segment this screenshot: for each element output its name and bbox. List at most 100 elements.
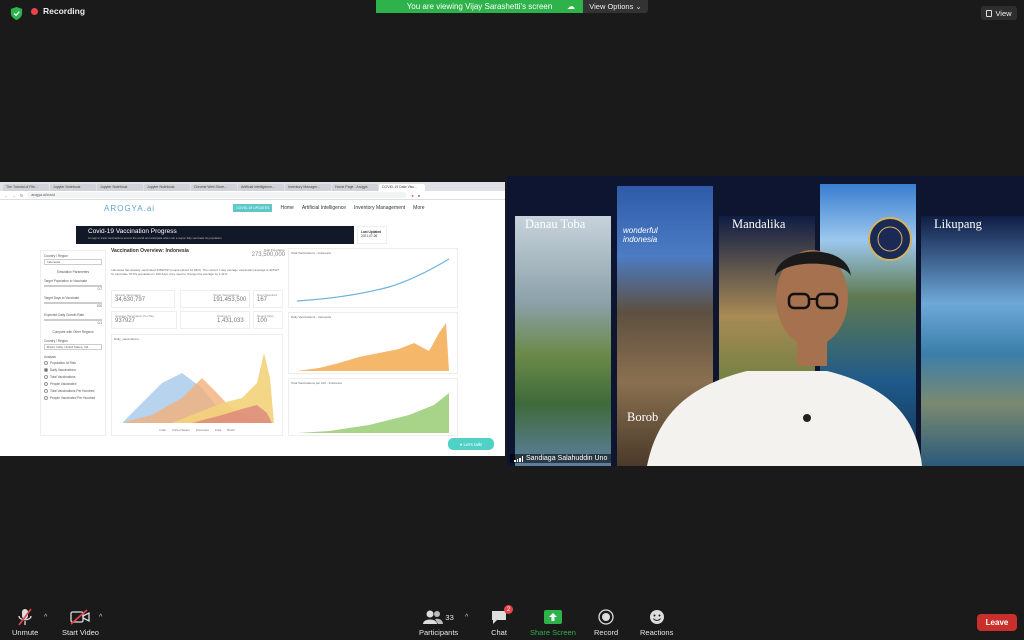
view-label: View — [995, 8, 1012, 18]
stat-value: 100 — [257, 318, 268, 324]
stat-value: 34,630,797 — [115, 297, 146, 303]
lets-talk-button[interactable]: ● Let's talk! — [448, 438, 494, 450]
browser-url-bar: ← → ↻ arogya.ai/covid ● ● — [0, 191, 505, 200]
overview-title: Vaccination Overview: Indonesia — [111, 248, 189, 254]
total-pop-value: 273,500,000 — [251, 252, 285, 258]
address-field[interactable]: arogya.ai/covid — [27, 192, 408, 198]
record-button[interactable]: Record — [594, 608, 618, 637]
legend-item[interactable]: Indonesia — [196, 428, 209, 432]
audio-options-caret-icon[interactable]: ^ — [44, 614, 47, 621]
compare-label: Compare with Other Regions — [52, 330, 94, 334]
browser-tab[interactable]: Home Page - Arogya — [332, 184, 378, 191]
stat-change-in: Change In 1,431,033 — [180, 311, 250, 329]
recording-dot-icon — [31, 7, 38, 15]
total-vaccinations-chart[interactable]: Total Vaccinations - Indonesia — [288, 248, 458, 308]
browser-tab[interactable]: The Tutorial of File... — [3, 184, 49, 191]
target-pop-slider[interactable] — [44, 285, 102, 287]
legend-item[interactable]: United States — [172, 428, 190, 432]
stat-value: 937927 — [115, 318, 136, 324]
site-nav: AROGYA.ai COVID-19 UPDATES Home Artifici… — [0, 200, 505, 216]
chat-badge: 2 — [504, 605, 513, 614]
radio-icon — [44, 361, 48, 365]
target-days-slider[interactable] — [44, 302, 102, 304]
browser-tab[interactable]: Inventory Manager... — [285, 184, 331, 191]
analysis-option-label: People Vaccinated Per Hundred — [50, 396, 96, 400]
daily-vaccinations-compare-chart[interactable]: Daily_vaccinations India United States Ind… — [111, 334, 283, 436]
back-icon[interactable]: ← — [4, 193, 8, 198]
browser-tab[interactable]: Jupyter Notebook — [50, 184, 96, 191]
stat-value: 167 — [257, 297, 268, 303]
analysis-option[interactable]: People Vaccinated Per Hundred — [44, 396, 102, 400]
stat-days-required: Days Required 167 — [253, 290, 283, 308]
shield-icon[interactable] — [10, 7, 23, 20]
share-screen-label: Share Screen — [530, 628, 576, 637]
view-button[interactable]: View — [981, 6, 1017, 20]
target-pop-label: Target Population to Vaccinate — [44, 279, 87, 283]
browser-tab-strip: The Tutorial of File... Jupyter Notebook J… — [0, 182, 505, 191]
unmute-label: Unmute — [12, 628, 39, 637]
chart-title-daily: Daily Vaccinations - Indonesia — [291, 315, 331, 319]
nav-ai[interactable]: Artificial Intelligence — [302, 205, 346, 211]
unmute-button[interactable]: Unmute — [12, 608, 38, 637]
profile-icon[interactable]: ● — [418, 193, 420, 198]
record-label: Record — [594, 628, 619, 637]
simulation-sidebar: Country / Region Indonesia Simulation Pa… — [40, 250, 106, 436]
nav-inventory[interactable]: Inventory Management — [354, 205, 405, 211]
analysis-option[interactable]: Population At Risk — [44, 361, 102, 365]
chart-title-total: Total Vaccinations - Indonesia — [291, 251, 331, 255]
reload-icon[interactable]: ↻ — [20, 193, 23, 198]
analysis-options: Population At Risk Daily Vaccinations Tota… — [44, 361, 102, 400]
smiley-icon — [649, 608, 665, 626]
radio-icon — [44, 396, 48, 400]
arogya-logo[interactable]: AROGYA.ai — [104, 204, 155, 213]
participant-video[interactable]: Danau Toba Mandalika Likupang Borob wond… — [507, 176, 1024, 466]
shared-screen[interactable]: The Tutorial of File... Jupyter Notebook J… — [0, 182, 505, 456]
microphone-muted-icon — [17, 608, 33, 626]
reactions-button[interactable]: Reactions — [640, 608, 673, 637]
country-label: Country / Region — [44, 254, 68, 258]
browser-tab[interactable]: Jupyter Notebook — [144, 184, 190, 191]
hero-title: Covid-19 Vaccination Progress — [88, 228, 177, 235]
nav-home[interactable]: Home — [280, 205, 293, 211]
analysis-option[interactable]: Total Vaccinations Per Hundred — [44, 389, 102, 393]
country2-select[interactable]: Brazil, India, United States, Ind... — [44, 344, 102, 350]
nav-more[interactable]: More — [413, 205, 424, 211]
browser-tab[interactable]: Jupyter Notebook — [97, 184, 143, 191]
recording-indicator[interactable]: Recording — [31, 6, 85, 16]
participants-caret-icon[interactable]: ^ — [465, 614, 468, 621]
chart-title-per100: Total Vaccinations per 100 - Indonesia — [291, 381, 342, 385]
video-options-caret-icon[interactable]: ^ — [99, 614, 102, 621]
browser-tab[interactable]: Chrome Web Store... — [191, 184, 237, 191]
legend-item[interactable]: Brazil — [227, 428, 235, 432]
participants-button[interactable]: 33 Participants — [419, 608, 458, 637]
growth-slider[interactable] — [44, 319, 102, 321]
total-population-card: Total Population 273,500,000 — [215, 248, 285, 262]
view-options-button[interactable]: View Options ⌄ — [583, 0, 648, 13]
chart-legend: India United States Indonesia India Brazil — [112, 428, 282, 432]
daily-vaccinations-chart[interactable]: Daily Vaccinations - Indonesia — [288, 312, 458, 374]
reactions-label: Reactions — [640, 628, 674, 637]
zoom-meeting-window: Recording You are viewing Vijay Sarashet… — [0, 0, 1024, 640]
forward-icon[interactable]: → — [12, 193, 16, 198]
chat-button[interactable]: 2 Chat — [491, 605, 513, 637]
browser-tab[interactable]: Artificial Intelligence... — [238, 184, 284, 191]
analysis-option[interactable]: People Vaccinated — [44, 382, 102, 386]
legend-item[interactable]: India — [159, 428, 166, 432]
leave-button[interactable]: Leave — [977, 614, 1017, 631]
analysis-option[interactable]: Total Vaccinations — [44, 375, 102, 379]
chat-icon: 2 — [491, 605, 513, 626]
speaker-figure — [647, 250, 922, 466]
legend-item[interactable]: India — [215, 428, 222, 432]
country-select[interactable]: Indonesia — [44, 259, 102, 265]
extensions-icon[interactable]: ● — [411, 193, 413, 198]
share-screen-button[interactable]: Share Screen — [530, 608, 576, 637]
sim-params-label: Simulation Parameters — [56, 270, 90, 274]
cloud-icon: ☁ — [567, 2, 575, 11]
covid-updates-button[interactable]: COVID-19 UPDATES — [233, 204, 273, 212]
total-per-100-chart[interactable]: Total Vaccinations per 100 - Indonesia — [288, 378, 458, 436]
daily-vaccinations-plot — [297, 323, 449, 371]
start-video-button[interactable]: Start Video — [62, 608, 99, 637]
danau-toba-panel — [515, 216, 611, 466]
analysis-option[interactable]: Daily Vaccinations — [44, 368, 102, 372]
browser-tab[interactable]: COVID-19 Data Visu... — [379, 184, 425, 191]
